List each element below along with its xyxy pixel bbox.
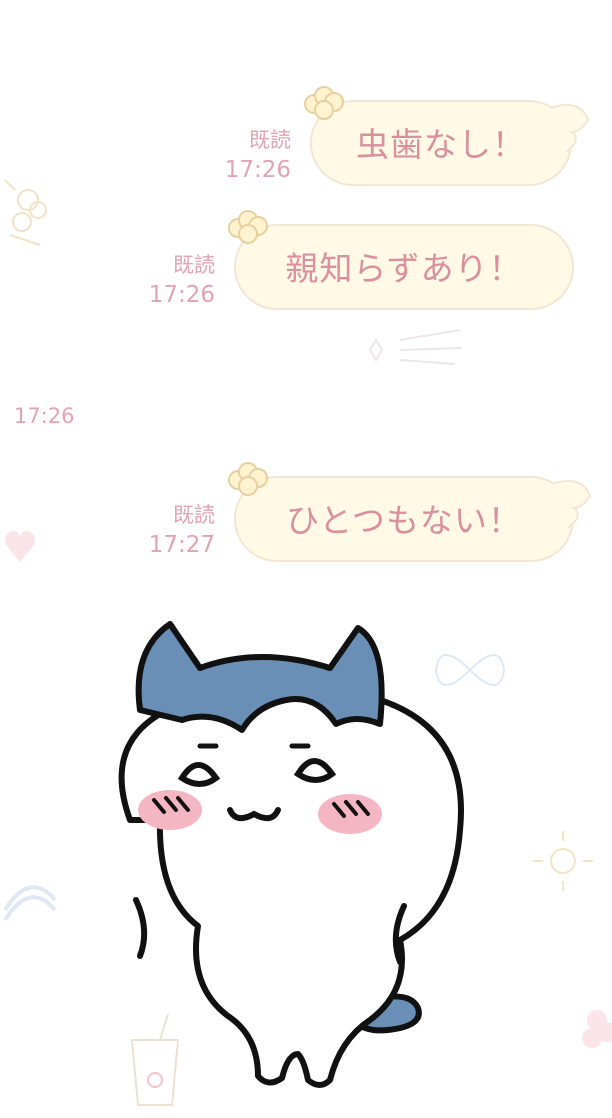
flower-corner-icon [304,86,344,120]
message-text: 親知らずあり！ [285,249,523,288]
message-timestamp: 17:27 [148,532,215,558]
rainbow-decoration-icon [3,885,57,922]
read-receipt: 既読 17:26 [124,250,215,310]
message-text: 虫歯なし！ [356,125,526,164]
wing-tail-icon [551,480,592,529]
sparkle-decoration-icon [4,179,47,246]
read-receipt: 既読 17:26 [200,125,291,185]
message-bubble[interactable]: 親知らずあり！ [228,210,574,310]
flower-corner-icon [228,462,268,496]
pink-flower-decoration-icon [582,1010,612,1048]
heart-decoration-icon [5,530,35,562]
message-bubble[interactable]: 虫歯なし！ [304,86,590,186]
sticker-timestamp: 17:26 [14,404,75,428]
shooting-star-decoration-icon [368,329,463,365]
message-timestamp: 17:26 [148,282,215,308]
read-label: 既読 [173,253,215,277]
message-timestamp: 17:26 [224,157,291,183]
cat-sticker[interactable] [70,620,470,1090]
read-receipt: 既読 17:27 [124,500,215,560]
read-label: 既読 [249,128,291,152]
message-text: ひとつもない！ [286,501,522,540]
flower-corner-icon [228,210,268,244]
read-label: 既読 [173,503,215,527]
flower-decoration-icon [533,831,593,891]
message-bubble[interactable]: ひとつもない！ [228,462,592,562]
wing-tail-icon [549,104,590,153]
